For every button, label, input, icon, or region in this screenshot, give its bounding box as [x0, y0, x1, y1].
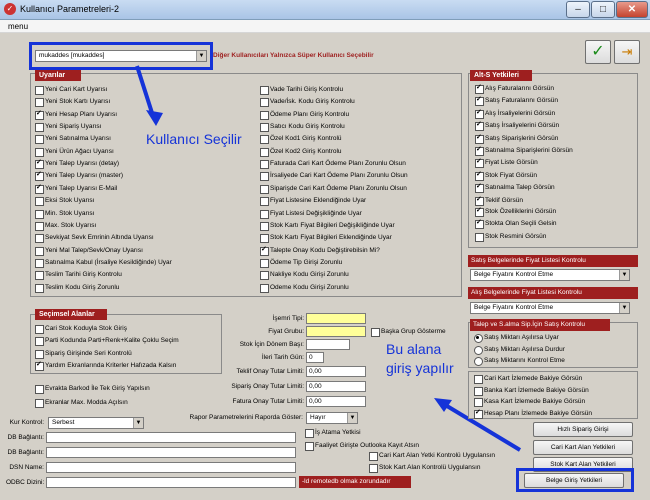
- radio-talep-list-1[interactable]: Satış Miktarı Aşılırsa Durdur: [474, 345, 565, 355]
- db-baglanti2-label: DB Bağlantı:: [7, 449, 45, 456]
- stok-kart-alan-checkbox[interactable]: Stok Kart Alan Kontrolü Uygulansın: [369, 463, 481, 473]
- checkbox-extra-list-0[interactable]: Evrakta Barkod İle Tek Giriş Yapılsın: [35, 384, 150, 394]
- ileri-tarih-label: İleri Tarih Gün:: [261, 354, 304, 361]
- rapor-value: Hayır: [310, 414, 326, 421]
- satis-fiyat-value: Belge Fiyatını Kontrol Etme: [474, 271, 554, 278]
- ileri-tarih-field[interactable]: 0: [306, 352, 324, 363]
- rapor-param-label: Rapor Parametrelerini Raporda Göster:: [189, 414, 303, 421]
- checkbox-alts-list-5[interactable]: Satınalma Siparişlerini Görsün: [475, 145, 573, 156]
- checkbox-alts-list-6[interactable]: Fiyat Liste Görsün: [475, 157, 538, 169]
- checkbox-sec-list-0[interactable]: Cari Stok Koduyla Stok Giriş: [35, 324, 127, 334]
- is-atama-checkbox[interactable]: İş Atama Yetkisi: [305, 428, 361, 438]
- teklif-onay-label: Teklif Onay Tutar Limiti:: [236, 368, 304, 375]
- fatura-onay-field[interactable]: 0,00: [306, 396, 366, 407]
- chevron-down-icon: ▼: [619, 270, 629, 280]
- radio-talep-list-0[interactable]: Satış Miktarı Aşılırsa Uyar: [474, 333, 559, 343]
- odbc-field[interactable]: [46, 477, 296, 488]
- belge-giris-button[interactable]: Belge Giriş Yetkileri: [524, 473, 624, 488]
- checkbox-sec-list-2[interactable]: Sipariş Girişinde Seri Kontrolü: [35, 349, 132, 359]
- checkbox-alts-list-2[interactable]: Alış İrsaliyelerini Görsün: [475, 108, 555, 119]
- kur-value: Serbest: [52, 419, 75, 426]
- annotation-kullanici: Kullanıcı Seçilir: [146, 131, 242, 147]
- alts-title: Alt-S Yetkileri: [470, 70, 532, 81]
- remote-note: -ld remotedb olmak zorundadır: [299, 476, 411, 488]
- checkbox-alts-list-9[interactable]: Teklif Görsün: [475, 195, 523, 206]
- teklif-onay-field[interactable]: 0,00: [306, 366, 366, 377]
- stok-donem-field[interactable]: [306, 339, 350, 350]
- hizli-siparis-button[interactable]: Hızlı Sipariş Girişi: [533, 422, 633, 437]
- siparis-onay-label: Sipariş Onay Tutar Limiti:: [231, 383, 304, 390]
- talep-title: Talep ve S.alma Sip.İçin Satış Kontrolu: [470, 319, 610, 331]
- dsn-name-field[interactable]: [46, 462, 296, 473]
- faaliyet-checkbox[interactable]: Faaliyet Girişte Outlooka Kayıt Atsın: [305, 441, 419, 451]
- secimsel-title: Seçimsel Alanlar: [35, 309, 107, 320]
- fiyat-grubu-label: Fiyat Grubu:: [268, 328, 304, 335]
- satis-fiyat-select[interactable]: Belge Fiyatını Kontrol Etme ▼: [470, 269, 630, 281]
- satis-fiyat-title: Satış Belgelerinde Fiyat Listesi Kontrol…: [468, 255, 638, 267]
- db-baglanti-field[interactable]: [46, 432, 296, 443]
- checkbox-cari-list-2[interactable]: Kasa Kart İzlemede Bakiye Görsün: [474, 397, 585, 407]
- dsn-name-label: DSN Name:: [9, 464, 44, 471]
- kur-kontrol-label: Kur Kontrol:: [9, 419, 44, 426]
- checkbox-alts-list-3[interactable]: Satış İrsaliyelerini Görsün: [475, 120, 559, 132]
- checkbox-sec-list-3[interactable]: Yardım Ekranlarında Kriterler Hafızada K…: [35, 360, 176, 372]
- odbc-label: ODBC Dizini:: [6, 479, 45, 486]
- kur-select[interactable]: Serbest ▼: [48, 417, 144, 429]
- checkbox-alts-list-7[interactable]: Stok Fiyat Görsün: [475, 170, 537, 181]
- checkbox-alts-list-1[interactable]: Satış Faturalarını Görsün: [475, 95, 558, 107]
- chevron-down-icon: ▼: [347, 413, 357, 423]
- alis-fiyat-value: Belge Fiyatını Kontrol Etme: [474, 304, 554, 311]
- stok-donem-label: Stok İçin Dönem Başı:: [239, 341, 304, 348]
- radio-talep-list-2[interactable]: Satış Miktarını Kontrol Etme: [474, 356, 565, 366]
- checkbox-alts-list-0[interactable]: Alış Faturalarını Görsün: [475, 83, 554, 94]
- annotation-bu-alana: Bu alana: [386, 341, 442, 357]
- baska-grup-checkbox[interactable]: Başka Grup Gösterme: [371, 327, 446, 337]
- alis-fiyat-select[interactable]: Belge Fiyatını Kontrol Etme ▼: [470, 302, 630, 314]
- checkbox-alts-10[interactable]: Stok Özelliklerini Görsün: [475, 206, 556, 217]
- annotation-giris: giriş yapılır: [386, 360, 454, 376]
- isemri-tipi-label: İşemri Tipi:: [272, 315, 304, 322]
- siparis-onay-field[interactable]: 0,00: [306, 381, 366, 392]
- checkbox-alts-12[interactable]: Stok Resmini Görsün: [475, 232, 546, 242]
- chevron-down-icon: ▼: [619, 303, 629, 313]
- alis-fiyat-title: Alış Belgelerinde Fiyat Listesi Kontrolu: [468, 287, 638, 299]
- checkbox-cari-list-0[interactable]: Cari Kart İzlemede Bakiye Görsün: [474, 374, 582, 384]
- fatura-onay-label: Fatura Onay Tutar Limiti:: [232, 398, 304, 405]
- checkbox-cari-list-3[interactable]: Hesap Planı İzlemede Bakiye Görsün: [474, 408, 592, 419]
- checkbox-alts-list-8[interactable]: Satınalma Talep Görsün: [475, 182, 555, 194]
- cari-kart-alan-checkbox[interactable]: Cari Kart Alan Yetki Kontrolü Uygulansın: [369, 451, 495, 461]
- rapor-select[interactable]: Hayır ▼: [306, 412, 358, 424]
- checkbox-cari-list-1[interactable]: Banka Kart İzlemede Bakiye Görsün: [474, 386, 589, 396]
- db-baglanti-label: DB Bağlantı:: [7, 434, 45, 441]
- fiyat-grubu-field[interactable]: [306, 326, 366, 337]
- isemri-tipi-field[interactable]: [306, 313, 366, 324]
- checkbox-alts-11[interactable]: Stokta Olan Seçili Gelsin: [475, 218, 557, 230]
- checkbox-alts-list-4[interactable]: Satış Siparişlerini Görsün: [475, 133, 558, 144]
- checkbox-extra-list-1[interactable]: Ekranlar Max. Modda Açılsın: [35, 398, 128, 408]
- cari-kart-alan-button[interactable]: Cari Kart Alan Yetkileri: [533, 440, 633, 455]
- chevron-down-icon: ▼: [133, 418, 143, 428]
- db-baglanti2-field[interactable]: [46, 447, 296, 458]
- checkbox-sec-list-1[interactable]: Parti Kodunda Parti+Renk+Kalite Çoklu Se…: [35, 336, 179, 347]
